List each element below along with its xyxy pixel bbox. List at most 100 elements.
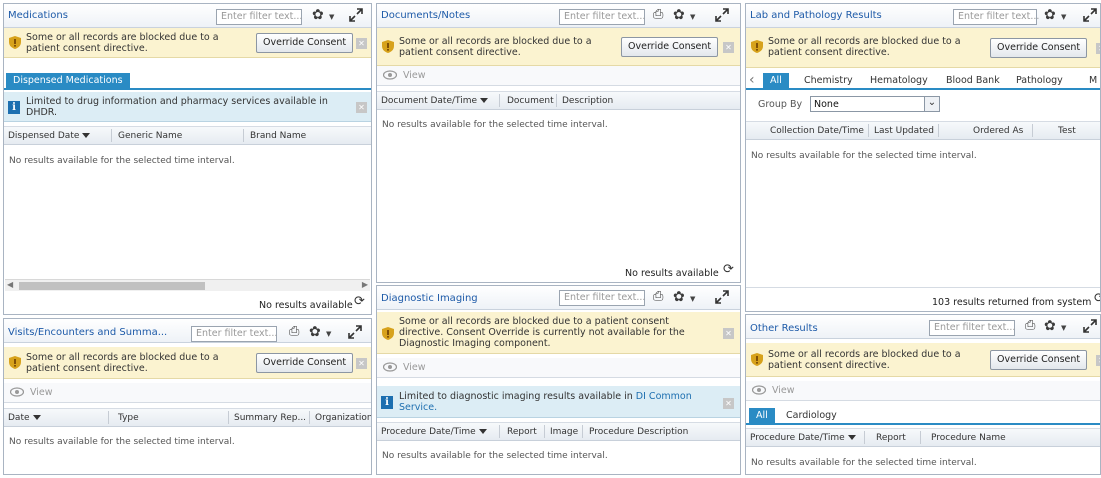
column-brand-name[interactable]: Brand Name bbox=[250, 131, 306, 141]
tab-more[interactable]: M bbox=[1089, 75, 1097, 86]
column-document[interactable]: Document bbox=[507, 96, 554, 106]
refresh-icon[interactable]: ⟳ bbox=[723, 262, 734, 277]
visits-panel: Visits/Encounters and Summa... Enter fil… bbox=[3, 318, 372, 475]
panel-header: Documents/Notes Enter filter text... ⎙ ✿… bbox=[377, 4, 740, 28]
filter-input[interactable]: Enter filter text... bbox=[953, 9, 1039, 25]
view-button[interactable]: View bbox=[403, 70, 426, 81]
scroll-right-icon[interactable]: ▶ bbox=[362, 280, 368, 289]
filter-input[interactable]: Enter filter text... bbox=[191, 326, 277, 342]
close-icon[interactable]: ✕ bbox=[356, 358, 367, 369]
expand-icon[interactable] bbox=[1083, 319, 1097, 333]
refresh-icon[interactable]: ⟳ bbox=[1094, 291, 1100, 306]
horizontal-scrollbar[interactable]: ◀ ▶ bbox=[5, 279, 370, 291]
shield-warning-icon bbox=[751, 40, 763, 53]
other-tabs: All Cardiology bbox=[746, 406, 1100, 425]
chevron-down-icon[interactable]: ▼ bbox=[1061, 324, 1066, 332]
column-ordered-as[interactable]: Ordered As bbox=[973, 126, 1023, 136]
override-consent-button[interactable]: Override Consent bbox=[256, 33, 354, 53]
column-procedure-name[interactable]: Procedure Name bbox=[931, 433, 1006, 443]
gear-icon[interactable]: ✿ bbox=[673, 7, 685, 23]
consent-warning-text: Some or all records are blocked due to a… bbox=[26, 352, 219, 374]
chevron-left-icon[interactable]: ‹ bbox=[749, 72, 755, 88]
view-button[interactable]: View bbox=[772, 385, 795, 396]
results-status: No results available bbox=[625, 268, 719, 279]
scrollbar-thumb[interactable] bbox=[19, 282, 205, 290]
tab-chemistry[interactable]: Chemistry bbox=[804, 75, 853, 86]
column-test[interactable]: Test bbox=[1058, 126, 1076, 136]
chevron-down-icon[interactable]: ▼ bbox=[690, 295, 695, 303]
column-report[interactable]: Report bbox=[876, 433, 906, 443]
chevron-down-icon[interactable]: ▼ bbox=[690, 13, 695, 21]
refresh-icon[interactable]: ⟳ bbox=[354, 294, 365, 309]
expand-icon[interactable] bbox=[348, 325, 362, 339]
empty-message: No results available for the selected ti… bbox=[382, 120, 608, 130]
override-consent-button[interactable]: Override Consent bbox=[990, 38, 1088, 58]
close-icon[interactable]: ✕ bbox=[723, 398, 734, 409]
chevron-down-icon[interactable]: ▼ bbox=[329, 13, 334, 21]
column-collection-date[interactable]: Collection Date/Time bbox=[770, 126, 864, 136]
column-generic-name[interactable]: Generic Name bbox=[118, 131, 182, 141]
sort-desc-icon bbox=[32, 415, 41, 420]
column-description[interactable]: Description bbox=[562, 96, 613, 106]
group-by-select[interactable]: None ⌄ bbox=[810, 96, 940, 112]
tab-all[interactable]: All bbox=[749, 408, 775, 425]
view-button[interactable]: View bbox=[403, 362, 426, 373]
close-icon[interactable]: ✕ bbox=[723, 42, 734, 53]
column-divider bbox=[556, 94, 557, 107]
filter-input[interactable]: Enter filter text... bbox=[216, 9, 302, 25]
documents-panel: Documents/Notes Enter filter text... ⎙ ✿… bbox=[376, 3, 741, 283]
consent-warning-text: Some or all records are blocked due to a… bbox=[768, 349, 961, 371]
print-icon[interactable]: ⎙ bbox=[1025, 318, 1035, 334]
consent-warning-text: Some or all records are blocked due to a… bbox=[399, 36, 592, 58]
column-document-date[interactable]: Document Date/Time bbox=[381, 96, 489, 106]
expand-icon[interactable] bbox=[349, 8, 363, 22]
tab-cardiology[interactable]: Cardiology bbox=[786, 410, 837, 421]
tab-hematology[interactable]: Hematology bbox=[870, 75, 928, 86]
gear-icon[interactable]: ✿ bbox=[1044, 7, 1056, 23]
filter-input[interactable]: Enter filter text... bbox=[559, 9, 645, 25]
print-icon[interactable]: ⎙ bbox=[653, 7, 663, 23]
column-dispensed-date[interactable]: Dispensed Date bbox=[8, 131, 91, 141]
column-date[interactable]: Date bbox=[8, 413, 41, 423]
column-summary-report[interactable]: Summary Rep... bbox=[234, 413, 306, 423]
expand-icon[interactable] bbox=[1083, 8, 1097, 22]
gear-icon[interactable]: ✿ bbox=[312, 7, 324, 23]
column-procedure-date[interactable]: Procedure Date/Time bbox=[750, 433, 856, 443]
column-procedure-description[interactable]: Procedure Description bbox=[589, 427, 688, 437]
view-button[interactable]: View bbox=[30, 387, 53, 398]
override-consent-button[interactable]: Override Consent bbox=[990, 350, 1088, 370]
scroll-left-icon[interactable]: ◀ bbox=[7, 280, 13, 289]
gear-icon[interactable]: ✿ bbox=[673, 289, 685, 305]
close-icon[interactable]: ✕ bbox=[356, 102, 367, 113]
print-icon[interactable]: ⎙ bbox=[653, 289, 663, 305]
filter-input[interactable]: Enter filter text... bbox=[929, 320, 1015, 336]
chevron-down-icon[interactable]: ▼ bbox=[1061, 13, 1066, 21]
override-consent-button[interactable]: Override Consent bbox=[256, 353, 354, 373]
column-divider bbox=[111, 129, 112, 142]
close-icon[interactable]: ✕ bbox=[723, 328, 734, 339]
column-organization[interactable]: Organization bbox=[315, 413, 371, 423]
gear-icon[interactable]: ✿ bbox=[309, 324, 321, 340]
tab-dispensed-medications[interactable]: Dispensed Medications bbox=[6, 73, 130, 90]
tab-pathology[interactable]: Pathology bbox=[1016, 75, 1063, 86]
filter-input[interactable]: Enter filter text... bbox=[559, 290, 645, 306]
chevron-down-icon[interactable]: ▼ bbox=[326, 330, 331, 338]
column-report[interactable]: Report bbox=[507, 427, 537, 437]
tab-blood-bank[interactable]: Blood Bank bbox=[946, 75, 1000, 86]
diagnostic-imaging-panel: Diagnostic Imaging Enter filter text... … bbox=[376, 285, 741, 475]
override-consent-button[interactable]: Override Consent bbox=[621, 37, 719, 57]
column-procedure-date[interactable]: Procedure Date/Time bbox=[381, 427, 487, 437]
close-icon[interactable]: ✕ bbox=[356, 38, 367, 49]
gear-icon[interactable]: ✿ bbox=[1044, 318, 1056, 334]
column-divider bbox=[864, 431, 865, 444]
tab-all[interactable]: All bbox=[763, 73, 789, 90]
print-icon[interactable]: ⎙ bbox=[289, 324, 299, 340]
expand-icon[interactable] bbox=[715, 8, 729, 22]
column-last-updated[interactable]: Last Updated bbox=[874, 126, 934, 136]
column-type[interactable]: Type bbox=[118, 413, 139, 423]
column-image[interactable]: Image bbox=[550, 427, 578, 437]
close-icon[interactable]: ✕ bbox=[1096, 355, 1100, 366]
close-icon[interactable]: ✕ bbox=[1096, 43, 1100, 54]
results-status: 103 results returned from system bbox=[932, 297, 1092, 308]
expand-icon[interactable] bbox=[715, 290, 729, 304]
